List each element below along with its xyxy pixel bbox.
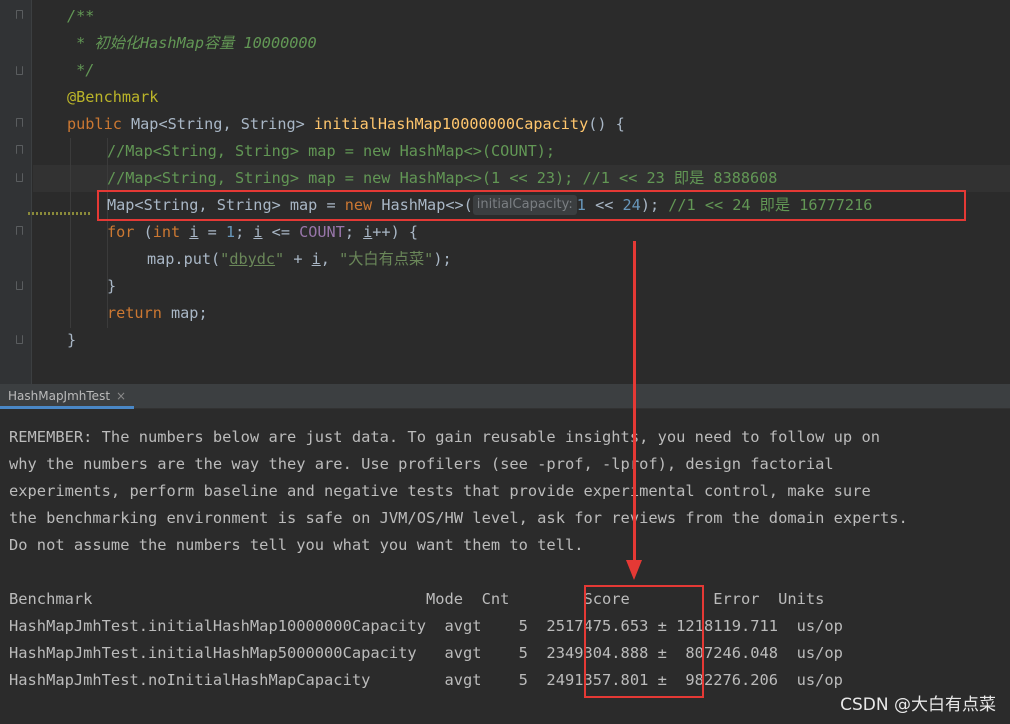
- code-line-5: public Map<String, String> initialHashMa…: [67, 111, 625, 138]
- fold-marker-icon[interactable]: [16, 10, 23, 19]
- fold-marker-icon[interactable]: [16, 335, 23, 344]
- tab-hashmapjmhtest[interactable]: HashMapJmhTest ×: [0, 384, 135, 409]
- code-line-2: * 初始化HashMap容量 10000000: [67, 30, 317, 57]
- fold-marker-icon[interactable]: [16, 118, 23, 127]
- doc-comment: */: [67, 61, 95, 79]
- code-text: ;: [235, 223, 254, 241]
- console-line: experiments, perform baseline and negati…: [9, 482, 871, 500]
- fold-marker-icon[interactable]: [16, 281, 23, 290]
- code-line-4: @Benchmark: [67, 84, 158, 111]
- code-text: =: [198, 223, 226, 241]
- code-text: ++) {: [372, 223, 418, 241]
- code-text: +: [284, 250, 312, 268]
- console-line: why the numbers are the way they are. Us…: [9, 455, 834, 473]
- keyword: return: [107, 304, 162, 322]
- indent-guide: [70, 138, 71, 328]
- code-text: ,: [320, 250, 340, 268]
- code-line-6: //Map<String, String> map = new HashMap<…: [107, 138, 555, 165]
- fold-marker-icon[interactable]: [16, 226, 23, 235]
- keyword: int: [152, 223, 181, 241]
- console-line: REMEMBER: The numbers below are just dat…: [9, 428, 880, 446]
- code-line-11: }: [107, 273, 116, 300]
- run-tool-window-header: HashMapJmhTest ×: [0, 384, 1010, 409]
- arrow-head-icon: [626, 560, 642, 580]
- results-table-row: HashMapJmhTest.initialHashMap5000000Capa…: [9, 644, 843, 662]
- code-line-13: }: [67, 327, 76, 354]
- method-name: initialHashMap10000000Capacity: [313, 115, 589, 133]
- code-text: <=: [262, 223, 300, 241]
- console-output[interactable]: REMEMBER: The numbers below are just dat…: [0, 410, 1010, 724]
- code-text: (: [134, 223, 153, 241]
- code-text: }: [107, 277, 117, 295]
- annotation: @Benchmark: [67, 88, 159, 106]
- code-text: ;: [344, 223, 364, 241]
- fold-marker-icon[interactable]: [16, 173, 23, 182]
- watermark: CSDN @大白有点菜: [840, 695, 996, 715]
- number-literal: 1: [225, 223, 236, 241]
- code-line-7: //Map<String, String> map = new HashMap<…: [107, 165, 777, 192]
- console-line: the benchmarking environment is safe on …: [9, 509, 908, 527]
- line-comment: //Map<String, String> map = new HashMap<…: [107, 142, 556, 160]
- keyword: public: [67, 115, 122, 133]
- tab-label: HashMapJmhTest: [8, 389, 111, 403]
- keyword: for: [107, 223, 135, 241]
- variable: i: [311, 250, 321, 268]
- doc-comment: /**: [67, 7, 95, 25]
- code-line-1: /**: [67, 3, 94, 30]
- code-line-9: for (int i = 1; i <= COUNT; i++) {: [107, 219, 418, 246]
- editor-gutter: [0, 0, 32, 384]
- code-line-10: map.put("dbydc" + i, "大白有点菜");: [147, 246, 452, 273]
- warning-squiggle: [28, 212, 90, 215]
- results-table-row: HashMapJmhTest.initialHashMap10000000Cap…: [9, 617, 843, 635]
- line-comment: //Map<String, String> map = new HashMap<…: [107, 169, 778, 187]
- results-table-row: HashMapJmhTest.noInitialHashMapCapacity …: [9, 671, 843, 689]
- code-text: );: [433, 250, 452, 268]
- code-line-3: */: [67, 57, 94, 84]
- string-literal: ": [220, 250, 230, 268]
- highlight-box-code: [97, 190, 966, 221]
- code-text: map;: [161, 304, 208, 322]
- code-line-12: return map;: [107, 300, 208, 327]
- variable: i: [363, 223, 373, 241]
- fold-marker-icon[interactable]: [16, 66, 23, 75]
- close-icon[interactable]: ×: [116, 384, 126, 406]
- constant: COUNT: [299, 223, 345, 241]
- annotation-arrow: [633, 241, 636, 563]
- highlight-box-score: [584, 585, 704, 698]
- fold-marker-icon[interactable]: [16, 145, 23, 154]
- code-text: }: [67, 331, 77, 349]
- string-literal: ": [275, 250, 285, 268]
- code-text: Map<String, String>: [121, 115, 314, 133]
- string-literal: dbydc: [229, 250, 276, 268]
- doc-comment: * 初始化HashMap容量 10000000: [67, 34, 317, 52]
- code-text: map.put(: [147, 250, 221, 268]
- variable: i: [253, 223, 263, 241]
- string-literal: "大白有点菜": [339, 250, 434, 268]
- console-line: Do not assume the numbers tell you what …: [9, 536, 584, 554]
- code-text: () {: [588, 115, 625, 133]
